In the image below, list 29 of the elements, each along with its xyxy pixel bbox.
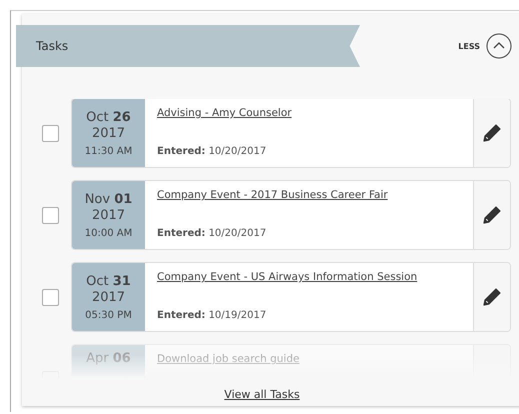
less-link[interactable]: LESS	[458, 42, 480, 50]
task-date: Apr 06	[86, 351, 131, 367]
task-time: 10:00 AM	[84, 228, 132, 238]
edit-button[interactable]	[473, 263, 510, 331]
entered-date: Entered: 10/20/2017	[157, 146, 268, 157]
task-year: 2017	[92, 208, 126, 224]
task-year: 2017	[92, 126, 126, 142]
task-title-link[interactable]: Company Event - 2017 Business Career Fair	[157, 189, 461, 201]
task-time: 11:30 AM	[84, 146, 132, 156]
pencil-icon	[482, 205, 502, 225]
task-year: 2017	[92, 290, 126, 306]
view-all-link[interactable]: View all Tasks	[224, 388, 300, 401]
task-date: Oct 26	[86, 110, 131, 126]
task-date: Oct 31	[86, 274, 131, 290]
task-title-link[interactable]: Advising - Amy Counselor	[157, 107, 461, 119]
pencil-icon	[482, 123, 502, 143]
task-time: 05:30 PM	[85, 310, 132, 320]
task-checkbox[interactable]	[42, 206, 59, 224]
entered-date: Entered: 10/19/2017	[157, 310, 268, 321]
pencil-icon	[482, 287, 502, 307]
task-title-link[interactable]: Company Event - US Airways Information Session	[157, 271, 461, 283]
edit-button[interactable]	[473, 99, 510, 167]
entered-date: Entered: 10/20/2017	[157, 228, 268, 239]
edit-button[interactable]	[473, 181, 510, 249]
task-date: Nov 01	[84, 192, 132, 208]
panel-title: Tasks	[36, 39, 68, 53]
task-checkbox[interactable]	[42, 124, 59, 142]
collapse-icon[interactable]	[486, 33, 512, 59]
task-checkbox[interactable]	[42, 288, 59, 306]
